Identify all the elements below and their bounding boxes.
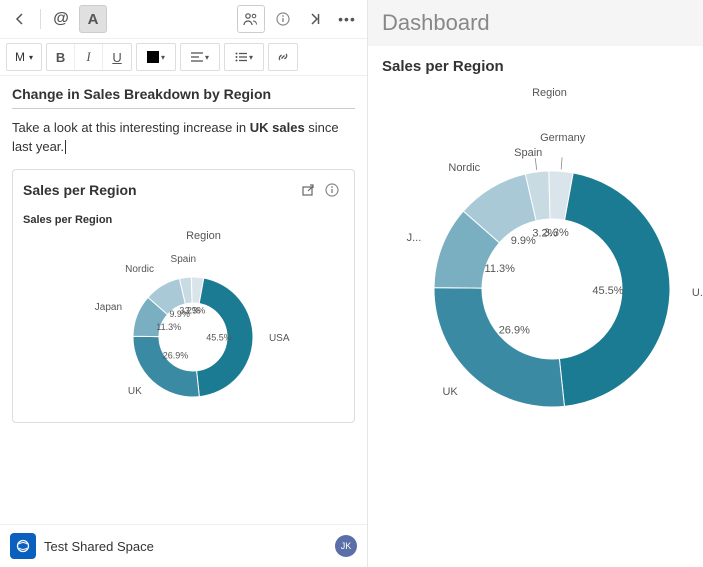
- svg-text:26.9%: 26.9%: [499, 324, 530, 336]
- embedded-chart-card: Sales per Region Sales per Region Region…: [12, 169, 355, 423]
- color-select[interactable]: ▾: [137, 44, 175, 70]
- donut-chart-small: 45.5%26.9%11.3%9.9%3.2%3.3% USAUKJapanNo…: [23, 242, 344, 412]
- text-style-select[interactable]: M▾: [7, 44, 41, 70]
- svg-text:45.5%: 45.5%: [592, 285, 623, 297]
- italic-button[interactable]: I: [75, 44, 103, 70]
- card-subtitle: Sales per Region: [13, 210, 354, 226]
- people-button[interactable]: [237, 5, 265, 33]
- bold-button[interactable]: B: [47, 44, 75, 70]
- link-button[interactable]: [269, 44, 297, 70]
- align-select[interactable]: ▾: [181, 44, 219, 70]
- chevron-down-icon: ▾: [249, 53, 253, 62]
- legend-title: Region: [382, 87, 703, 99]
- svg-text:3.3%: 3.3%: [544, 227, 569, 239]
- dashboard-chart-card: Sales per Region Region 45.5%26.9%11.3%9…: [368, 46, 703, 567]
- more-button[interactable]: •••: [333, 5, 361, 33]
- space-name[interactable]: Test Shared Space: [44, 539, 154, 554]
- text-format-button[interactable]: A: [79, 5, 107, 33]
- dashboard-card-title: Sales per Region: [382, 58, 703, 75]
- editor-content[interactable]: Change in Sales Breakdown by Region Take…: [0, 76, 367, 524]
- collapse-button[interactable]: [301, 5, 329, 33]
- svg-text:3.3%: 3.3%: [185, 305, 206, 315]
- svg-text:11.3%: 11.3%: [156, 322, 181, 332]
- chevron-down-icon: ▾: [29, 53, 33, 62]
- content-heading: Change in Sales Breakdown by Region: [12, 86, 355, 109]
- card-title: Sales per Region: [23, 182, 296, 198]
- back-button[interactable]: [6, 5, 34, 33]
- svg-text:26.9%: 26.9%: [163, 350, 189, 360]
- list-select[interactable]: ▾: [225, 44, 263, 70]
- svg-text:11.3%: 11.3%: [485, 263, 516, 275]
- mention-button[interactable]: @: [47, 5, 75, 33]
- color-swatch: [147, 51, 159, 63]
- space-icon[interactable]: [10, 533, 36, 559]
- separator: [40, 9, 41, 29]
- user-avatar[interactable]: JK: [335, 535, 357, 557]
- text-cursor: [65, 140, 66, 154]
- donut-chart-large: 45.5%26.9%11.3%9.9%3.2%3.3% U...UKJ...No…: [382, 99, 703, 439]
- info-button[interactable]: [269, 5, 297, 33]
- underline-button[interactable]: U: [103, 44, 131, 70]
- chevron-down-icon: ▾: [205, 53, 209, 62]
- info-icon[interactable]: [320, 178, 344, 202]
- content-paragraph: Take a look at this interesting increase…: [12, 119, 355, 157]
- legend-title: Region: [23, 230, 344, 242]
- svg-text:45.5%: 45.5%: [206, 332, 232, 342]
- chevron-down-icon: ▾: [161, 53, 165, 62]
- share-icon[interactable]: [296, 178, 320, 202]
- dashboard-title: Dashboard: [368, 0, 703, 46]
